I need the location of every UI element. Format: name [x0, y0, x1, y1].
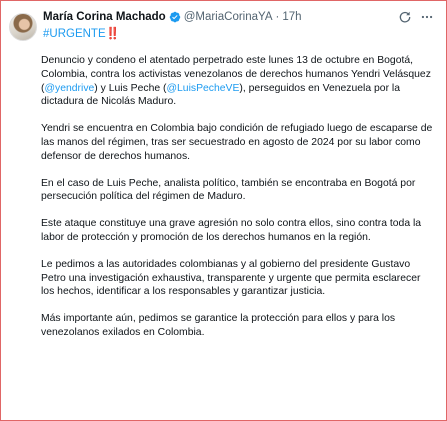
hashtag-line: #URGENTE‼️	[43, 26, 436, 42]
author-line: María Corina Machado @MariaCorinaYA · 17…	[43, 9, 436, 25]
paragraph-2: Yendri se encuentra en Colombia bajo con…	[41, 123, 433, 162]
tweet-body: Denuncio y condeno el atentado perpetrad…	[41, 54, 436, 340]
double-exclamation-emoji: ‼️	[105, 28, 120, 40]
author-name[interactable]: María Corina Machado	[43, 9, 166, 25]
p1-text-b: ) y Luis Peche (	[94, 82, 167, 94]
tweet-header: María Corina Machado @MariaCorinaYA · 17…	[9, 9, 436, 42]
tweet-card: María Corina Machado @MariaCorinaYA · 17…	[0, 0, 447, 421]
paragraph-1: Denuncio y condeno el atentado perpetrad…	[41, 54, 436, 109]
verified-badge-icon	[169, 11, 180, 23]
paragraph-4: Este ataque constituye una grave agresió…	[41, 218, 422, 243]
hashtag-link[interactable]: #URGENTE	[43, 28, 106, 40]
paragraph-6: Más importante aún, pedimos se garantice…	[41, 313, 396, 338]
grok-icon[interactable]	[398, 10, 412, 24]
mention-luispecheve[interactable]: @LuisPecheVE	[166, 83, 239, 94]
paragraph-3: En el caso de Luis Peche, analista polít…	[41, 177, 416, 203]
mention-yendrive[interactable]: @yendrive	[44, 83, 94, 94]
paragraph-5: Le pedimos a las autoridades colombianas…	[41, 258, 421, 298]
author-handle[interactable]: @MariaCorinaYA	[184, 9, 273, 25]
timestamp[interactable]: 17h	[282, 9, 301, 25]
avatar[interactable]	[9, 13, 37, 41]
separator-dot: ·	[275, 11, 280, 23]
tweet-actions	[398, 10, 436, 24]
tweet-meta: María Corina Machado @MariaCorinaYA · 17…	[43, 9, 436, 42]
more-icon[interactable]	[420, 10, 434, 24]
